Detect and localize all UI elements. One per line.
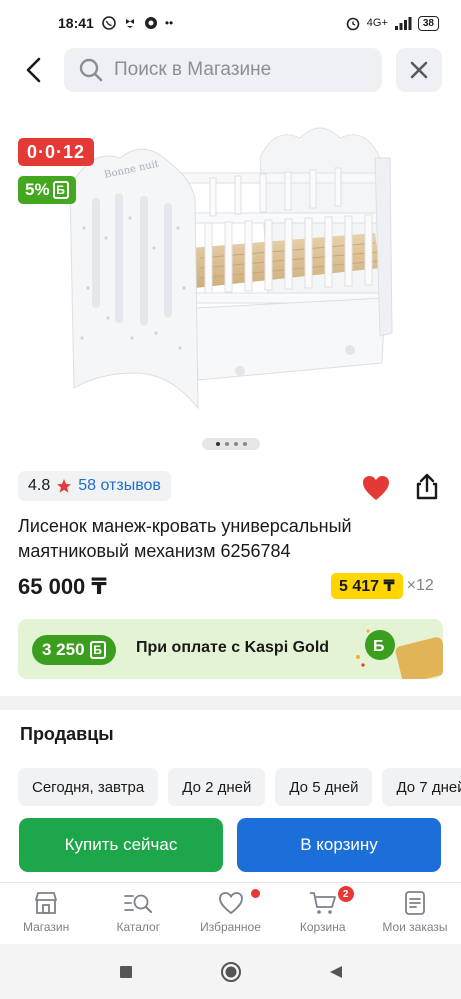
nav-label: Избранное xyxy=(200,920,261,934)
recents-icon[interactable] xyxy=(118,964,134,980)
whatsapp-icon xyxy=(102,16,116,30)
bonus-percent: 5% xyxy=(25,180,50,199)
cart-icon xyxy=(309,892,336,914)
installment-info[interactable]: 5 417 ₸ ×12 xyxy=(331,573,434,599)
sellers-heading: Продавцы xyxy=(20,724,114,744)
pagination-dot xyxy=(233,442,238,446)
close-icon xyxy=(410,61,428,79)
delivery-chip[interactable]: До 2 дней xyxy=(168,768,266,806)
pagination-dot xyxy=(224,442,229,446)
kaspi-gold-card-icon: Б xyxy=(356,629,443,679)
share-button[interactable] xyxy=(412,472,442,502)
notification-dot xyxy=(250,889,260,898)
sale-timer-badge: 0·0·12 xyxy=(18,138,95,166)
top-bar: Поиск в Магазине xyxy=(0,46,461,94)
installment-amount: 5 417 ₸ xyxy=(331,573,403,599)
more-notifications-icon: •• xyxy=(164,16,174,30)
pagination-dot xyxy=(215,442,220,446)
gallery-pagination xyxy=(202,438,260,450)
system-navigation-bar xyxy=(0,944,461,999)
status-notification-icons: •• xyxy=(102,16,173,30)
heart-filled-icon xyxy=(363,476,389,500)
product-price: 65 000 ₸ xyxy=(18,574,107,599)
kaspi-bonus-amount: 3 250 xyxy=(42,640,85,659)
back-button[interactable] xyxy=(18,54,50,86)
nav-item-orders[interactable]: Мои заказы xyxy=(369,883,461,944)
nav-label: Корзина xyxy=(299,920,346,934)
nav-item-catalog[interactable]: Каталог xyxy=(92,883,184,944)
dropbox-icon xyxy=(125,19,134,28)
app-icon xyxy=(144,17,157,29)
nav-label: Каталог xyxy=(116,920,161,934)
installment-months: ×12 xyxy=(406,577,434,594)
product-image: Bonne nuit xyxy=(69,127,393,410)
battery-icon: 38 xyxy=(417,15,439,31)
orders-icon xyxy=(405,891,425,915)
chevron-left-icon xyxy=(26,57,41,83)
pagination-dot xyxy=(242,442,247,446)
back-nav-icon[interactable] xyxy=(328,964,344,980)
search-icon xyxy=(79,58,103,82)
signal-icon xyxy=(394,16,412,30)
kaspi-gold-text: При оплате с Kaspi Gold xyxy=(136,639,330,656)
kaspi-gold-banner[interactable]: 3 250 Б При оплате с Kaspi Gold Б xyxy=(18,619,443,679)
bonus-badge: 5% Б xyxy=(18,176,76,204)
nav-label: Мои заказы xyxy=(382,920,448,934)
catalog-icon xyxy=(124,894,153,913)
svg-text:Б: Б xyxy=(373,638,385,655)
delivery-filter-chips: Сегодня, завтра До 2 дней До 5 дней До 7… xyxy=(18,768,461,806)
rating-value: 4.8 xyxy=(28,477,51,494)
delivery-chip[interactable]: Сегодня, завтра xyxy=(18,768,159,806)
close-button[interactable] xyxy=(396,48,442,92)
nav-item-cart[interactable]: 2 Корзина xyxy=(277,883,369,944)
delivery-chip[interactable]: До 5 дней xyxy=(275,768,373,806)
nav-item-favorites[interactable]: Избранное xyxy=(184,883,276,944)
share-icon xyxy=(416,473,438,500)
reviews-link[interactable]: 58 отзывов xyxy=(78,477,161,495)
home-icon[interactable] xyxy=(220,961,242,983)
shop-icon xyxy=(35,892,57,914)
product-title: Лисенок манеж-кровать универсальный маят… xyxy=(18,516,352,561)
buy-now-button[interactable]: Купить сейчас xyxy=(19,818,223,872)
heart-icon xyxy=(218,892,243,915)
nav-item-shop[interactable]: Магазин xyxy=(0,883,92,944)
nav-label: Магазин xyxy=(22,920,70,934)
bonus-currency-icon: Б xyxy=(89,641,106,659)
rating-summary[interactable]: 4.8 58 отзывов xyxy=(18,471,171,501)
status-bar: 18:41 •• 4G+ 38 xyxy=(0,0,461,46)
star-icon xyxy=(57,479,72,493)
kaspi-bonus-pill: 3 250 Б xyxy=(32,635,116,665)
delivery-chip[interactable]: До 7 дней xyxy=(382,768,461,806)
favorite-button[interactable] xyxy=(361,474,391,502)
add-to-cart-button[interactable]: В корзину xyxy=(237,818,441,872)
network-type: 4G+ xyxy=(366,17,388,29)
bottom-navigation: Магазин Каталог Избранное 2 Корзина Мои … xyxy=(0,882,461,944)
section-separator xyxy=(0,696,461,710)
bonus-currency-icon: Б xyxy=(52,181,69,199)
status-time: 18:41 xyxy=(58,15,94,31)
cart-count-badge: 2 xyxy=(337,886,354,902)
search-placeholder: Поиск в Магазине xyxy=(114,59,272,80)
alarm-icon xyxy=(346,17,360,31)
search-input[interactable]: Поиск в Магазине xyxy=(64,48,382,92)
product-gallery[interactable]: Bonne nuit 0·0·12 5% Б xyxy=(0,108,461,458)
